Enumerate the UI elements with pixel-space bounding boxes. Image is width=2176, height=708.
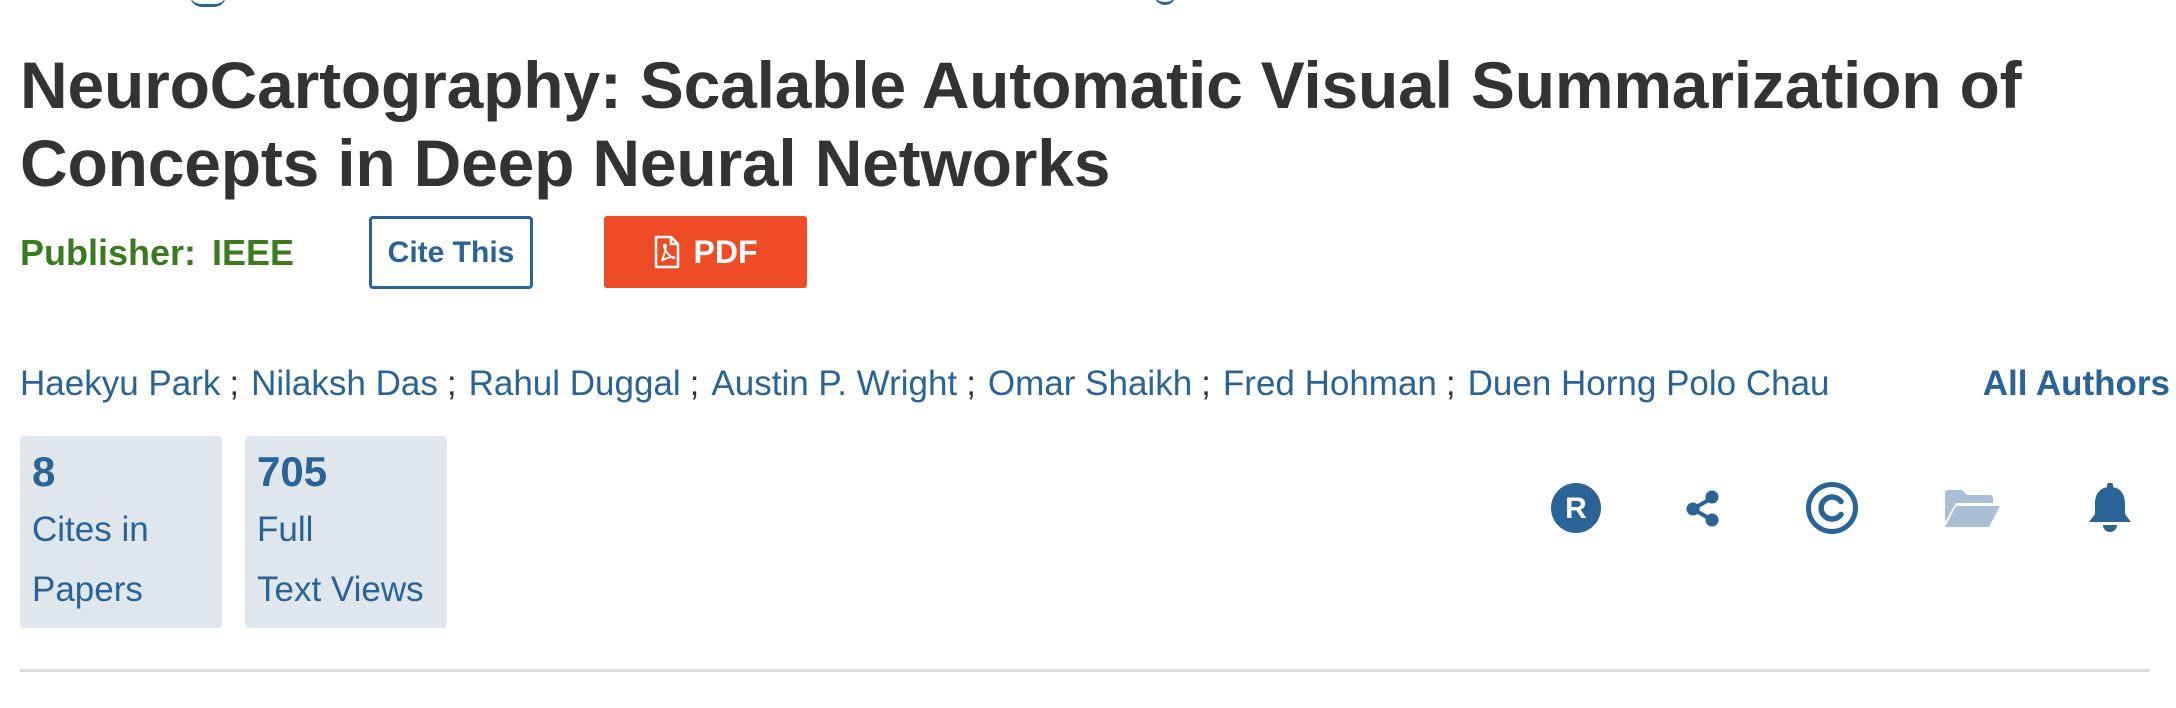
- metric-count: 8: [32, 448, 56, 495]
- author-link[interactable]: Omar Shaikh: [988, 364, 1192, 403]
- section-divider: [20, 669, 2150, 672]
- metric-label: Full Text Views: [257, 510, 424, 609]
- author-link[interactable]: Duen Horng Polo Chau: [1468, 364, 1830, 403]
- pdf-button-label: PDF: [693, 233, 758, 270]
- publisher: Publisher: IEEE: [20, 232, 294, 274]
- author-separator: ;: [1445, 364, 1456, 403]
- author-separator: ;: [1201, 364, 1211, 403]
- author-separator: ;: [229, 364, 240, 403]
- author-separator: ;: [446, 364, 457, 403]
- all-authors-link[interactable]: All Authors: [1983, 360, 2170, 408]
- author-link[interactable]: Haekyu Park: [20, 364, 220, 403]
- svg-text:R: R: [1565, 492, 1587, 525]
- rights-r-icon[interactable]: R: [1544, 476, 1608, 540]
- copyright-icon[interactable]: [1800, 476, 1864, 540]
- author-link[interactable]: Austin P. Wright: [711, 364, 957, 403]
- publisher-label: Publisher:: [20, 232, 197, 273]
- author-link[interactable]: Rahul Duggal: [469, 364, 681, 403]
- author-link[interactable]: Fred Hohman: [1223, 364, 1437, 403]
- folder-icon[interactable]: [1940, 476, 2004, 540]
- author-separator: ;: [689, 364, 700, 403]
- cite-this-button[interactable]: Cite This: [369, 216, 533, 289]
- author-list: Haekyu Park; Nilaksh Das; Rahul Duggal; Aus…: [20, 360, 2170, 408]
- author-link[interactable]: Nilaksh Das: [251, 364, 438, 403]
- document-toolbar: R: [1530, 476, 2150, 540]
- share-icon[interactable]: [1671, 476, 1735, 540]
- publisher-value: IEEE: [212, 232, 295, 273]
- metric-count: 705: [257, 448, 328, 495]
- page-title: NeuroCartography: Scalable Automatic Vis…: [20, 48, 2022, 200]
- author-separator: ;: [966, 364, 976, 403]
- top-cropped-link-2: [1154, 0, 1176, 5]
- metric-label: Cites in Papers: [32, 510, 149, 609]
- pdf-button[interactable]: PDF: [604, 216, 807, 288]
- bell-icon[interactable]: [2078, 476, 2142, 540]
- pdf-file-icon: [654, 235, 680, 269]
- full-text-views-metric[interactable]: 705 Full Text Views: [245, 436, 447, 628]
- top-cropped-link-1: [190, 0, 226, 7]
- cites-in-papers-metric[interactable]: 8 Cites in Papers: [20, 436, 222, 628]
